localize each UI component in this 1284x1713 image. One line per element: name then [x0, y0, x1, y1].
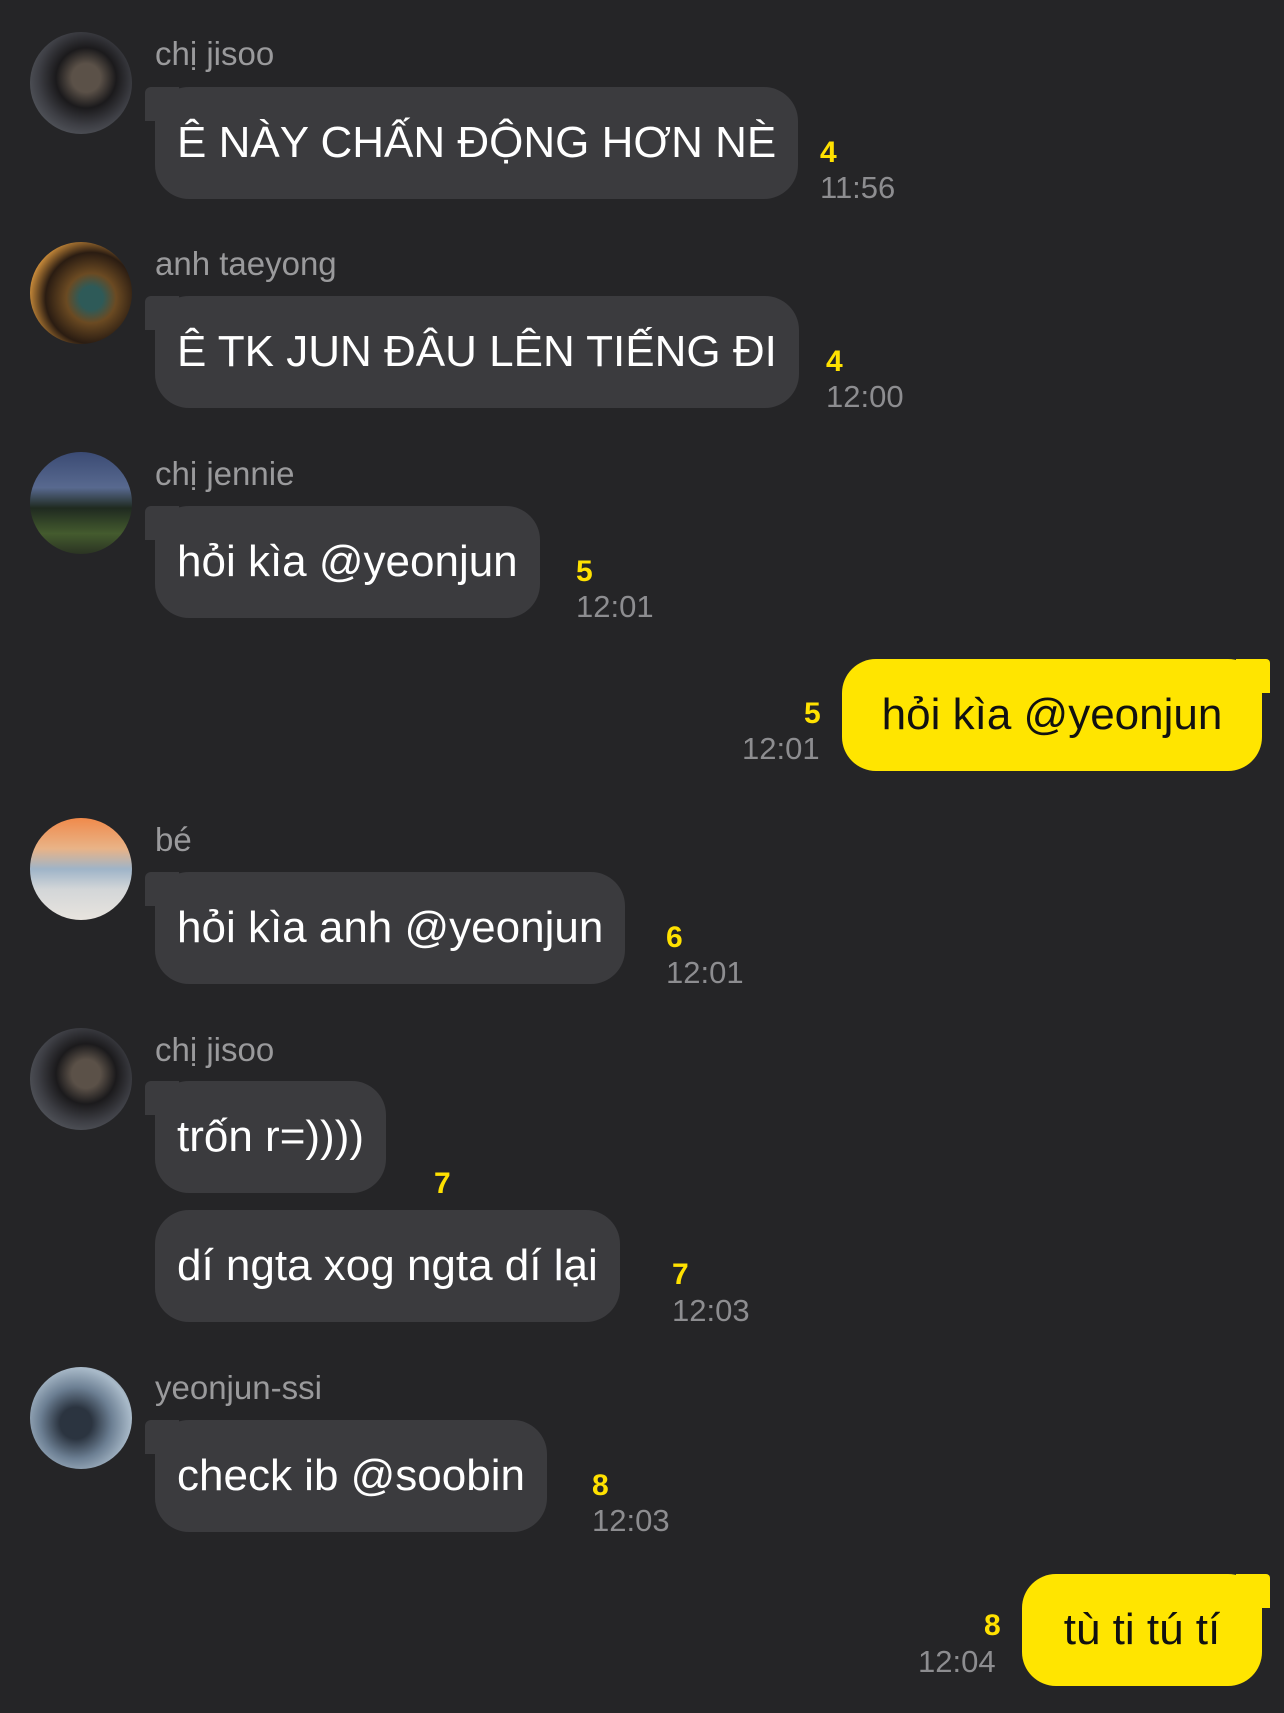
sender-name: yeonjun-ssi: [155, 1369, 322, 1406]
message-time: 12:01: [576, 589, 654, 624]
unread-count: 7: [434, 1167, 451, 1200]
message-bubble[interactable]: trốn r=)))): [145, 1081, 386, 1193]
message-bubble[interactable]: check ib @soobin: [145, 1420, 547, 1532]
message-time: 12:03: [672, 1293, 750, 1328]
message-time: 12:01: [666, 955, 744, 990]
message-time: 12:03: [592, 1503, 670, 1538]
message-time: 11:56: [820, 170, 896, 205]
avatar[interactable]: [30, 1367, 132, 1469]
unread-count: 5: [576, 555, 593, 588]
avatar[interactable]: [30, 32, 132, 134]
unread-count: 5: [804, 697, 821, 730]
message-bubble[interactable]: hỏi kìa anh @yeonjun: [144, 872, 626, 984]
message-bubble[interactable]: Ê TK JUN ĐÂU LÊN TIẾNG ĐI: [145, 296, 799, 408]
unread-count: 4: [826, 345, 843, 378]
avatar[interactable]: [30, 452, 132, 554]
avatar[interactable]: [30, 818, 132, 920]
avatar[interactable]: [30, 242, 132, 344]
sender-name: chị jennie: [155, 455, 295, 492]
message-time: 12:00: [826, 379, 904, 414]
unread-count: 6: [666, 921, 683, 954]
message-bubble[interactable]: Ê NÀY CHẤN ĐỘNG HƠN NÈ: [144, 87, 799, 199]
message-bubble[interactable]: hỏi kìa @yeonjun: [145, 506, 540, 618]
message-time: 12:01: [742, 731, 820, 766]
message-bubble[interactable]: dí ngta xog ngta dí lại: [155, 1210, 620, 1322]
avatar[interactable]: [30, 1028, 132, 1130]
unread-count: 8: [592, 1469, 609, 1502]
unread-count: 7: [672, 1258, 689, 1291]
message-bubble-outgoing[interactable]: tù ti tú tí: [1022, 1574, 1270, 1686]
sender-name: chị jisoo: [155, 1031, 275, 1068]
message-time: 12:04: [918, 1644, 996, 1679]
message-bubble-outgoing[interactable]: hỏi kìa @yeonjun: [842, 659, 1270, 771]
sender-name: chị jisoo: [155, 35, 275, 72]
unread-count: 8: [984, 1609, 1001, 1642]
sender-name: bé: [155, 821, 192, 858]
sender-name: anh taeyong: [155, 245, 337, 282]
unread-count: 4: [820, 136, 837, 169]
